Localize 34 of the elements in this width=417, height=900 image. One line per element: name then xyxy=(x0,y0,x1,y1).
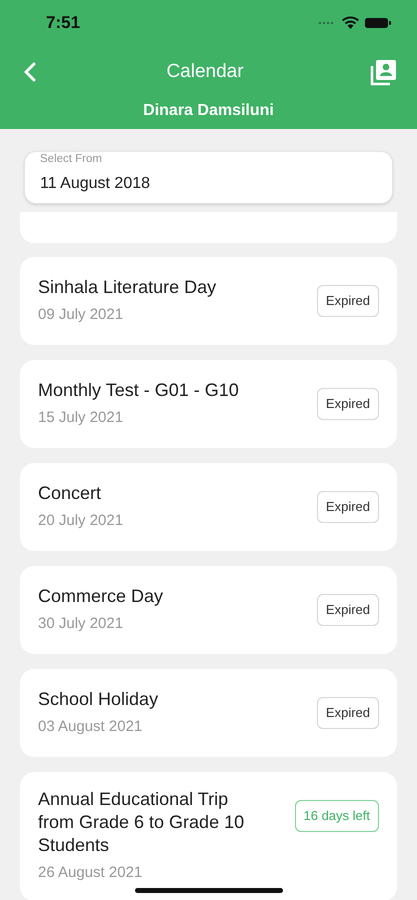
event-date: 26 August 2021 xyxy=(38,863,144,883)
status-badge: Expired xyxy=(316,388,379,420)
event-date: 03 August 2021 xyxy=(38,716,144,737)
status-badge: Expired xyxy=(316,594,379,626)
page-title: Calendar xyxy=(166,60,244,84)
event-date: 20 July 2021 xyxy=(38,510,124,531)
field-label: Select From xyxy=(40,154,103,166)
status-badge: Expired xyxy=(316,697,379,729)
status-time: 7:51 xyxy=(46,12,80,34)
event-title: Sinhala Literature Day xyxy=(38,276,216,299)
battery-icon xyxy=(365,16,391,28)
event-card[interactable]: Concert 20 July 2021 Expired xyxy=(20,463,397,551)
signal-icon xyxy=(318,20,336,24)
page-subtitle: Dinara Damsiluni xyxy=(143,101,274,121)
contacts-icon[interactable] xyxy=(370,58,397,86)
event-card[interactable]: School Holiday 03 August 2021 Expired xyxy=(20,669,397,757)
event-date: 30 July 2021 xyxy=(38,614,124,634)
event-title: Annual Educational Trip from Grade 6 to Grade 10 Students xyxy=(38,788,246,857)
status-badge: Expired xyxy=(316,285,379,317)
status-badge: Expired xyxy=(316,491,379,523)
field-value: 11 August 2018 xyxy=(40,174,152,194)
event-title: Concert xyxy=(38,482,102,505)
event-card[interactable]: Annual Educational Trip from Grade 6 to Grade 10 Students 26 August 2021 16 days left xyxy=(20,772,397,900)
event-card[interactable]: Sinhala Literature Day 09 July 2021 Expired xyxy=(20,257,397,345)
event-title: School Holiday xyxy=(38,688,158,711)
date-field[interactable]: Select From 11 August 2018 xyxy=(24,151,393,204)
event-date: 09 July 2021 xyxy=(38,304,124,325)
event-title: Commerce Day xyxy=(38,584,164,608)
status-badge: 16 days left xyxy=(294,800,379,832)
event-date: 15 July 2021 xyxy=(38,408,124,428)
event-card[interactable]: Commerce Day 30 July 2021 Expired xyxy=(20,566,397,654)
event-title: Monthly Test - G01 - G10 xyxy=(38,378,239,402)
event-card[interactable]: Monthly Test - G01 - G10 15 July 2021 Expired xyxy=(20,360,397,448)
wifi-icon xyxy=(342,16,359,29)
